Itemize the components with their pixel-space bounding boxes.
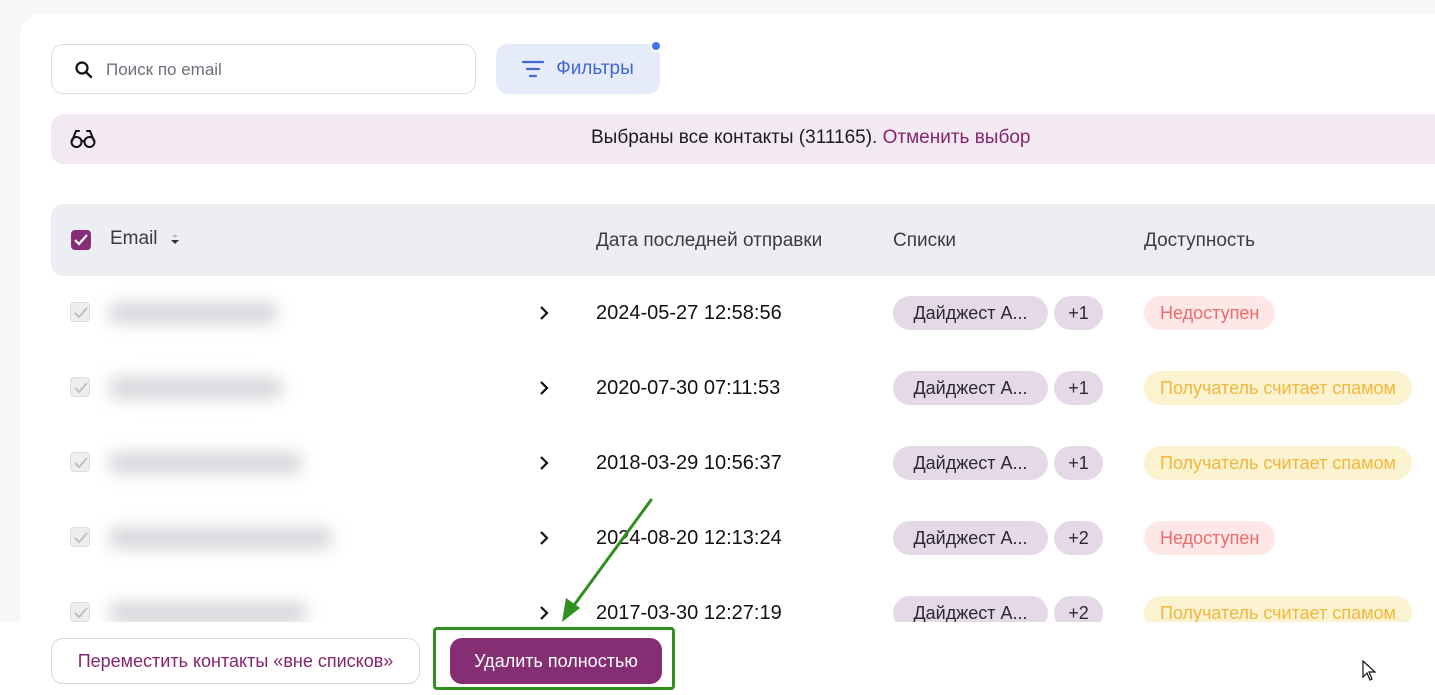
list-tag[interactable]: Дайджест А... [893,446,1048,480]
table-row[interactable]: 2024-05-27 12:58:56 Дайджест А... +1 Недост… [0,276,1435,351]
selection-text: Выбраны все контакты (311165). Отменить … [591,127,1030,149]
cancel-selection-link[interactable]: Отменить выбор [883,127,1031,148]
row-checkbox[interactable] [70,377,90,397]
glasses-icon [70,130,96,148]
delete-permanently-button[interactable]: Удалить полностью [450,638,662,684]
list-tag[interactable]: Дайджест А... [893,596,1048,622]
mouse-cursor-icon [1362,660,1376,681]
row-checkbox[interactable] [70,602,90,622]
last-send-date: 2017-03-30 12:27:19 [596,602,782,622]
last-send-date: 2024-08-20 12:13:24 [596,527,782,549]
filters-label: Фильтры [556,58,634,79]
table-row[interactable]: 2017-03-30 12:27:19 Дайджест А... +2 Получа… [0,576,1435,622]
last-send-date: 2024-05-27 12:58:56 [596,302,782,324]
availability-status: Получатель считает спамом [1144,371,1412,405]
move-out-of-lists-button[interactable]: Переместить контакты «вне списков» [51,638,420,684]
column-lists: Списки [893,230,957,251]
availability-status: Получатель считает спамом [1144,596,1412,622]
chevron-right-icon[interactable] [537,455,551,471]
checkmark-icon [74,607,88,619]
list-tag[interactable]: Дайджест А... [893,371,1048,405]
availability-status: Недоступен [1144,521,1276,555]
search-input[interactable] [106,57,466,83]
row-checkbox[interactable] [70,302,90,322]
checkmark-icon [74,532,88,544]
table-row[interactable]: 2020-07-30 07:11:53 Дайджест А... +1 Получа… [0,351,1435,426]
selection-banner: Выбраны все контакты (311165). Отменить … [51,114,1435,164]
table-row[interactable]: 2024-08-20 12:13:24 Дайджест А... +2 Недост… [0,501,1435,576]
checkmark-icon [74,457,88,469]
filters-button[interactable]: Фильтры [496,40,662,94]
bulk-actions-bar: Переместить контакты «вне списков» Удали… [0,622,1435,695]
filter-icon [522,60,545,78]
checkmark-icon [74,307,88,319]
more-lists-badge[interactable]: +1 [1054,296,1103,330]
more-lists-badge[interactable]: +1 [1054,446,1103,480]
column-availability: Доступность [1144,230,1256,251]
column-last-send-date: Дата последней отправки [596,230,823,251]
row-checkbox[interactable] [70,452,90,472]
checkmark-icon [74,234,88,246]
table-body: 2024-05-27 12:58:56 Дайджест А... +1 Недост… [0,276,1435,622]
sort-icon [170,234,179,244]
table-row[interactable]: 2018-03-29 10:56:37 Дайджест А... +1 Получа… [0,426,1435,501]
list-tag[interactable]: Дайджест А... [893,296,1048,330]
list-tag[interactable]: Дайджест А... [893,521,1048,555]
last-send-date: 2018-03-29 10:56:37 [596,452,782,474]
more-lists-badge[interactable]: +1 [1054,371,1103,405]
last-send-date: 2020-07-30 07:11:53 [596,377,781,399]
chevron-right-icon[interactable] [537,530,551,546]
email-redacted [108,302,278,324]
selection-count-text: Выбраны все контакты (311165). [591,127,878,148]
checkmark-icon [74,382,88,394]
availability-status: Недоступен [1144,296,1276,330]
search-box[interactable] [51,44,476,94]
chevron-right-icon[interactable] [537,380,551,396]
more-lists-badge[interactable]: +2 [1054,521,1103,555]
email-redacted [108,452,303,474]
table-header: Email Дата последней отправки Списки Дос… [51,204,1435,276]
email-redacted [108,527,333,549]
availability-status: Получатель считает спамом [1144,446,1412,480]
select-all-checkbox[interactable] [71,230,91,250]
email-redacted [108,602,308,622]
column-email[interactable]: Email [110,228,181,250]
search-icon [75,61,93,79]
email-redacted [108,377,283,399]
filters-active-dot [650,40,662,52]
more-lists-badge[interactable]: +2 [1054,596,1103,622]
chevron-right-icon[interactable] [537,605,551,621]
row-checkbox[interactable] [70,527,90,547]
chevron-right-icon[interactable] [537,305,551,321]
